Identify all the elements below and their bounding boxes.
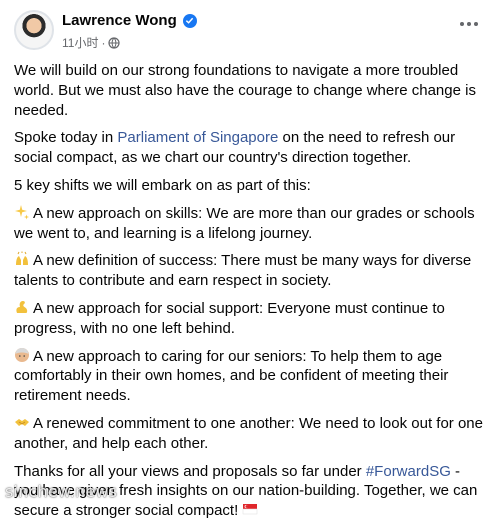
shift-1: A new approach on skills: We are more th…: [14, 204, 485, 244]
flexed-biceps-icon: [14, 299, 30, 315]
older-person-icon: [14, 347, 30, 363]
author-row: Lawrence Wong: [62, 12, 197, 29]
timestamp[interactable]: 11小时: [62, 34, 98, 51]
watermark: sinchew.news: [5, 482, 118, 501]
shift-text: A new approach to caring for our seniors…: [14, 347, 449, 405]
shift-4: A new approach to caring for our seniors…: [14, 347, 485, 406]
globe-icon: [108, 36, 121, 49]
raised-hands-icon: [14, 251, 30, 267]
paragraph-key-shifts: 5 key shifts we will embark on as part o…: [14, 176, 311, 194]
forwardsg-hashtag-link[interactable]: #ForwardSG: [366, 463, 451, 480]
paragraph-text: Thanks for all your views and proposals …: [14, 462, 366, 480]
parliament-link[interactable]: Parliament of Singapore: [117, 129, 278, 146]
shift-2: A new definition of success: There must …: [14, 251, 485, 291]
dot-icon: [474, 22, 478, 26]
dot-icon: [460, 22, 464, 26]
author-name[interactable]: Lawrence Wong: [62, 12, 177, 29]
more-options-button[interactable]: [457, 16, 481, 32]
sparkles-icon: [14, 204, 30, 220]
shift-3: A new approach for social support: Every…: [14, 299, 485, 339]
post-meta: 11小时 ·: [62, 34, 121, 51]
shift-text: A new definition of success: There must …: [14, 252, 472, 290]
paragraph-intro: We will build on our strong foundations …: [14, 62, 476, 119]
paragraph-text: Spoke today in: [14, 129, 118, 147]
post-header: Lawrence Wong 11小时 ·: [14, 10, 487, 54]
shift-text: A renewed commitment to one another: We …: [14, 414, 483, 452]
facebook-post: Lawrence Wong 11小时 · We will build on ou…: [0, 0, 499, 519]
shift-5: A renewed commitment to one another: We …: [14, 414, 485, 454]
post-body: We will build on our strong foundations …: [14, 61, 485, 521]
avatar[interactable]: [14, 10, 54, 50]
dot-icon: [467, 22, 471, 26]
handshake-icon: [14, 414, 30, 430]
meta-separator: ·: [101, 35, 106, 50]
singapore-flag-icon: [242, 501, 258, 517]
verified-badge-icon: [182, 13, 197, 28]
paragraph-parliament: Spoke today in Parliament of Singapore o…: [14, 128, 485, 168]
shift-text: A new approach on skills: We are more th…: [14, 204, 475, 242]
shift-text: A new approach for social support: Every…: [14, 299, 445, 337]
